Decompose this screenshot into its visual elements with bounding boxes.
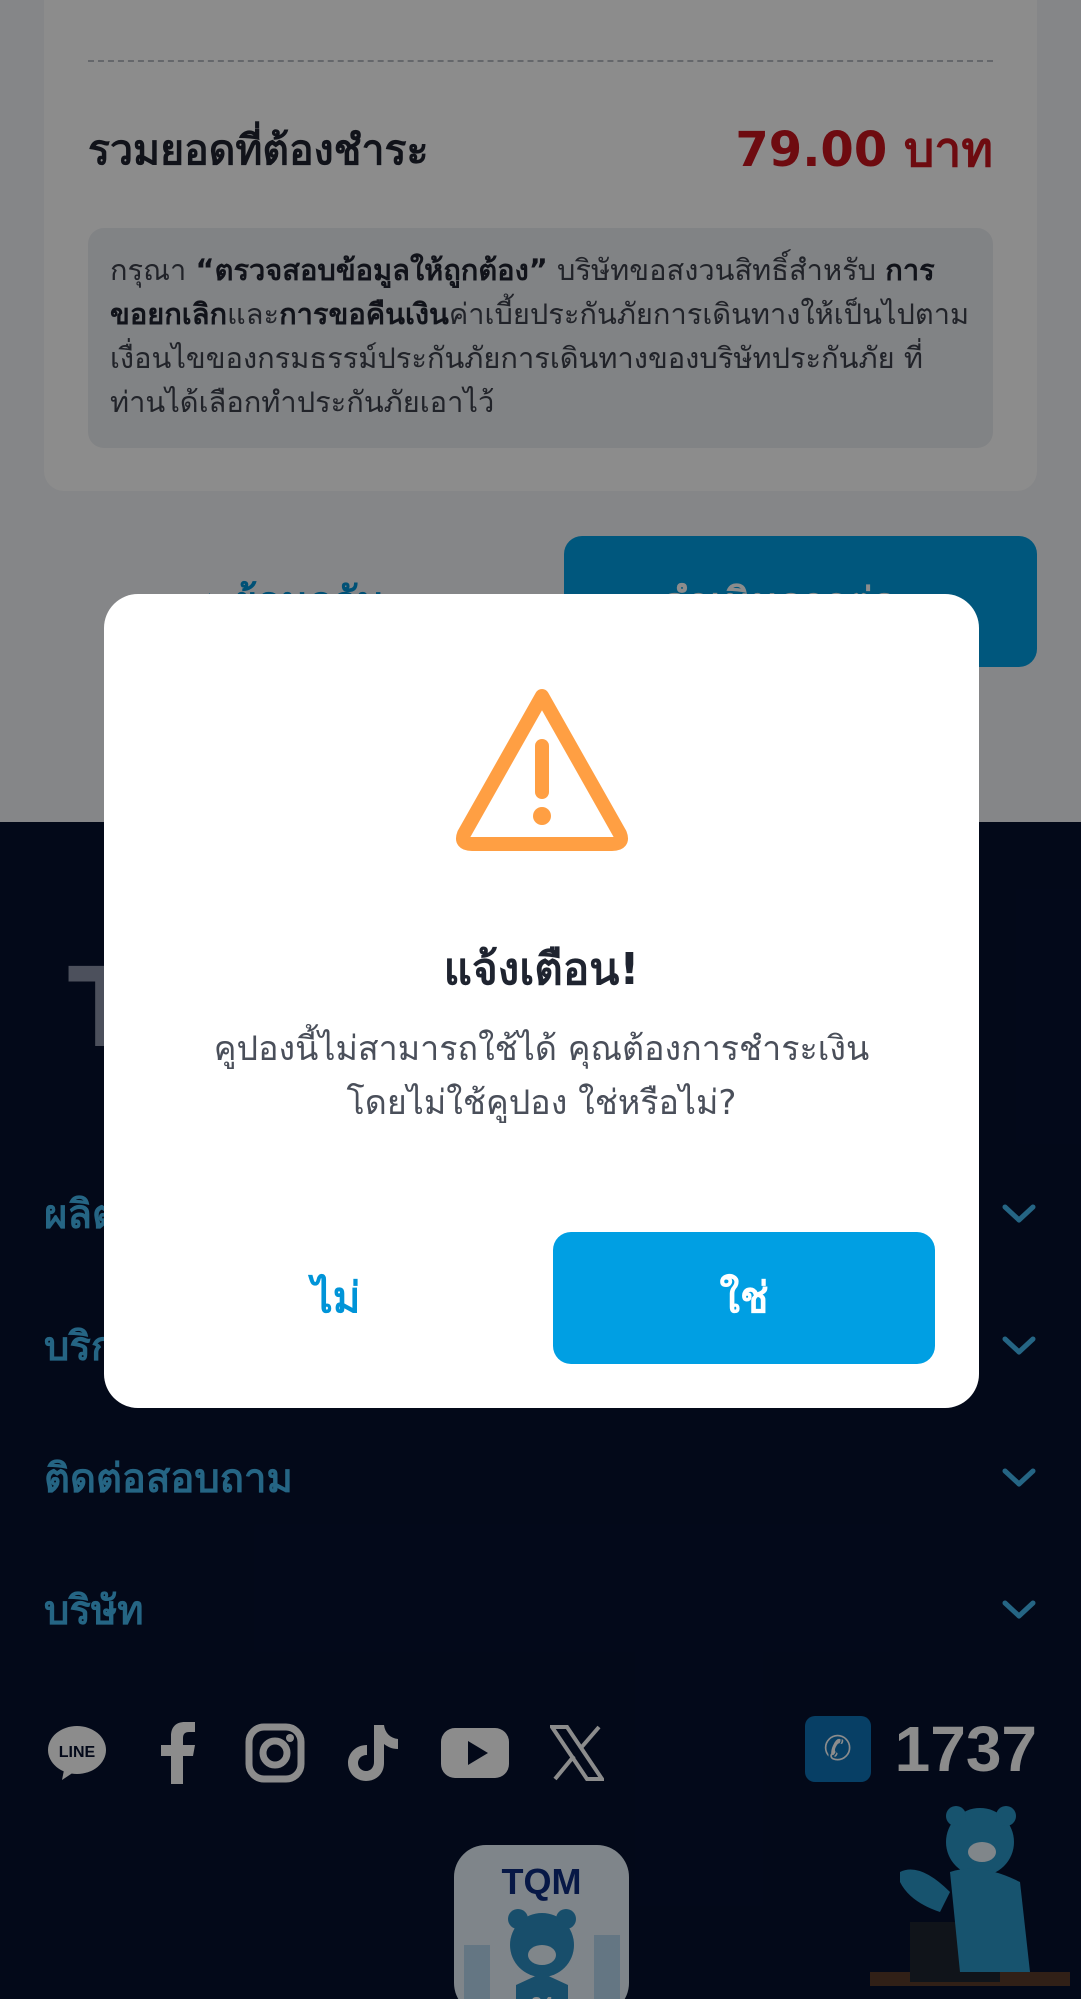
- yes-button[interactable]: ใช่: [553, 1232, 935, 1364]
- alert-dialog: แจ้งเตือน! คูปองนี้ไม่สามารถใช้ได้ คุณต้…: [104, 594, 979, 1408]
- dialog-message: คูปองนี้ไม่สามารถใช้ได้ คุณต้องการชำระเง…: [213, 1029, 870, 1123]
- dialog-title: แจ้งเตือน!: [443, 944, 640, 995]
- no-button[interactable]: ไม่: [148, 1232, 524, 1364]
- warning-icon: [456, 689, 628, 851]
